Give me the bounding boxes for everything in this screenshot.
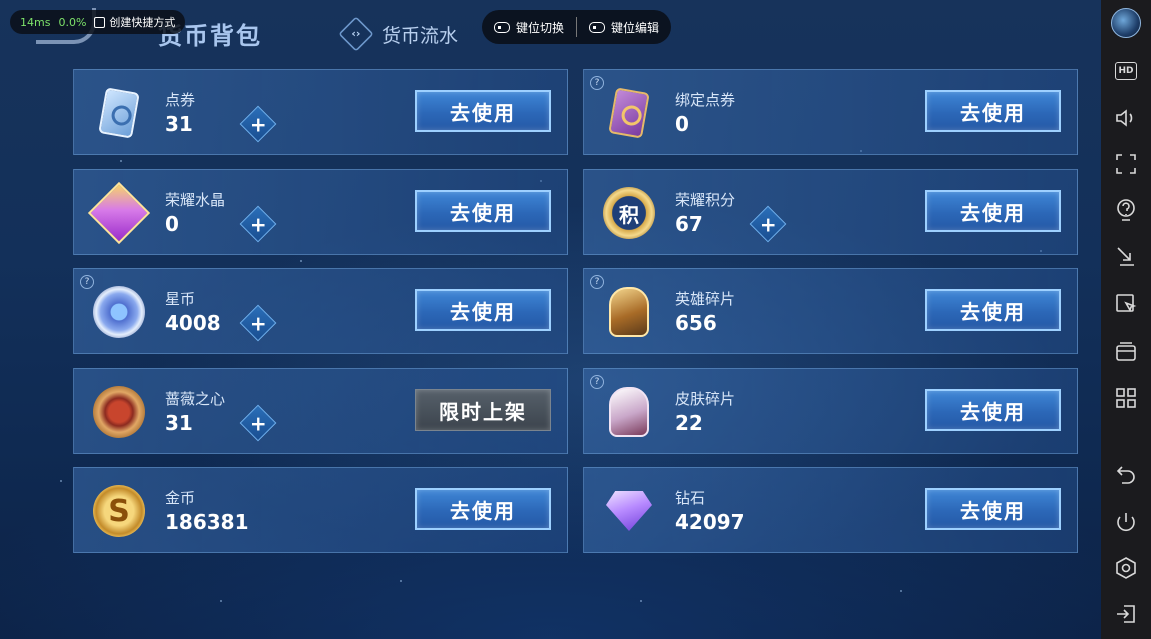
currency-name: 钻石: [675, 489, 706, 507]
keymap-bar: 键位切换 键位编辑: [482, 10, 672, 44]
usage-readout: 0.0%: [58, 15, 87, 29]
currency-value: 22: [675, 411, 703, 435]
diamond-icon: [600, 482, 658, 540]
keymap-edit-label: 键位编辑: [611, 20, 660, 35]
currency-value: 31: [165, 112, 193, 136]
latency-readout: 14ms: [20, 15, 51, 29]
skin-shard-icon: [600, 383, 658, 441]
exit-icon[interactable]: [1114, 602, 1138, 626]
keymap-switch-label: 键位切换: [516, 20, 565, 35]
hd-icon[interactable]: HD: [1114, 59, 1138, 83]
use-glory-points-button[interactable]: 去使用: [925, 190, 1061, 232]
currency-card-skin-shard: ? 皮肤碎片 22 去使用: [583, 368, 1078, 454]
currency-card-star-coin: ? 星币 4008 + 去使用: [73, 268, 568, 354]
use-glory-crystal-button[interactable]: 去使用: [415, 190, 551, 232]
add-rose-heart-button[interactable]: +: [239, 404, 277, 442]
keymap-switch-button[interactable]: 键位切换: [494, 19, 564, 36]
emulator-sidebar: HD: [1101, 0, 1151, 639]
create-shortcut-label: 创建快捷方式: [109, 16, 176, 29]
currency-name: 点券: [165, 91, 196, 109]
add-glory-points-button[interactable]: +: [749, 205, 787, 243]
game-area: 货币背包 ‹› 货币流水 14ms 0.0% 创建快捷方式 键位切换 键位编辑 …: [0, 0, 1101, 639]
points-coin-icon: 积: [600, 184, 658, 242]
use-hero-shard-button[interactable]: 去使用: [925, 289, 1061, 331]
currency-card-diamond: 钻石 42097 去使用: [583, 467, 1078, 553]
use-skin-shard-button[interactable]: 去使用: [925, 389, 1061, 431]
currency-name: 英雄碎片: [675, 290, 736, 308]
currency-value: 4008: [165, 311, 221, 335]
currency-name: 绑定点券: [675, 91, 736, 109]
bound-ticket-icon: [600, 84, 658, 142]
currency-card-glory-crystal: 荣耀水晶 0 + 去使用: [73, 169, 568, 255]
currency-card-glory-points: 积 荣耀积分 67 + 去使用: [583, 169, 1078, 255]
currency-name: 金币: [165, 489, 196, 507]
crystal-icon: [87, 181, 151, 245]
add-glory-crystal-button[interactable]: +: [239, 205, 277, 243]
gamepad-icon: [494, 21, 510, 33]
volume-icon[interactable]: [1114, 106, 1138, 130]
flow-card-icon: ‹›: [338, 16, 374, 52]
tab-currency-flow-label: 货币流水: [382, 24, 459, 47]
currency-name: 荣耀水晶: [165, 191, 226, 209]
keymap-edit-button[interactable]: 键位编辑: [589, 19, 659, 36]
gold-coin-icon: S: [90, 482, 148, 540]
plus-icon: +: [249, 410, 267, 435]
home-icon[interactable]: [1114, 556, 1138, 580]
ticket-icon: [90, 84, 148, 142]
currency-value: 0: [675, 112, 689, 136]
window-icon[interactable]: [1114, 340, 1138, 364]
help-icon[interactable]: [1114, 198, 1138, 222]
back-icon[interactable]: [1114, 462, 1138, 486]
power-icon[interactable]: [1114, 510, 1138, 534]
collapse-icon[interactable]: [1114, 244, 1138, 268]
apps-icon[interactable]: [1114, 386, 1138, 410]
star-coin-icon: [90, 283, 148, 341]
currency-card-rose-heart: 蔷薇之心 31 + 限时上架: [73, 368, 568, 454]
currency-value: 31: [165, 411, 193, 435]
hero-shard-icon: [600, 283, 658, 341]
currency-value: 42097: [675, 510, 745, 534]
currency-card-hero-shard: ? 英雄碎片 656 去使用: [583, 268, 1078, 354]
create-shortcut-button[interactable]: 创建快捷方式: [94, 14, 175, 30]
currency-name: 荣耀积分: [675, 191, 736, 209]
use-coupon-button[interactable]: 去使用: [415, 90, 551, 132]
gamepad-icon: [589, 21, 606, 33]
plus-icon: +: [249, 211, 267, 236]
plus-icon: +: [249, 310, 267, 335]
currency-name: 星币: [165, 290, 196, 308]
use-diamond-button[interactable]: 去使用: [925, 488, 1061, 530]
currency-card-coupon: 点券 31 + 去使用: [73, 69, 568, 155]
avatar[interactable]: [1111, 8, 1141, 38]
plus-icon: +: [759, 211, 777, 236]
currency-card-bound-coupon: ? 绑定点券 0 去使用: [583, 69, 1078, 155]
currency-value: 67: [675, 212, 703, 236]
screenshot-icon[interactable]: [1114, 292, 1138, 316]
currency-name: 皮肤碎片: [675, 390, 736, 408]
divider: [576, 17, 578, 37]
currency-name: 蔷薇之心: [165, 390, 226, 408]
currency-value: 186381: [165, 510, 249, 534]
currency-value: 656: [675, 311, 717, 335]
currency-card-gold: S 金币 186381 去使用: [73, 467, 568, 553]
add-coupon-button[interactable]: +: [239, 105, 277, 143]
plus-icon: +: [249, 111, 267, 136]
use-gold-button[interactable]: 去使用: [415, 488, 551, 530]
perf-overlay: 14ms 0.0% 创建快捷方式: [10, 10, 186, 34]
use-star-coin-button[interactable]: 去使用: [415, 289, 551, 331]
limited-shelf-button[interactable]: 限时上架: [415, 389, 551, 431]
tab-currency-flow[interactable]: ‹› 货币流水: [338, 16, 459, 52]
rose-heart-icon: [90, 383, 148, 441]
currency-value: 0: [165, 212, 179, 236]
fullscreen-icon[interactable]: [1114, 152, 1138, 176]
add-star-coin-button[interactable]: +: [239, 304, 277, 342]
use-bound-coupon-button[interactable]: 去使用: [925, 90, 1061, 132]
shortcut-icon: [94, 16, 106, 28]
